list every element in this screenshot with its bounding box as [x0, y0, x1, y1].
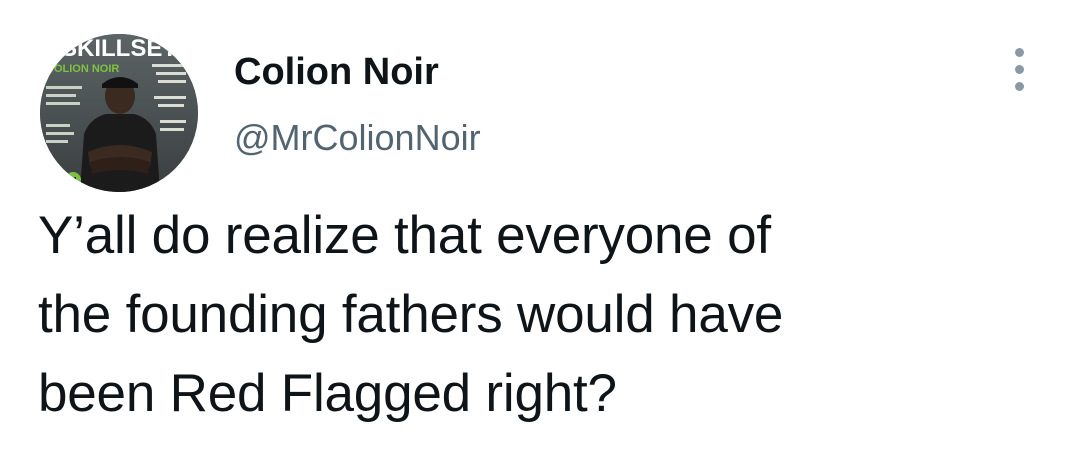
author-display-name[interactable]: Colion Noir: [234, 50, 439, 94]
more-vertical-icon-dot: [1015, 65, 1024, 74]
more-vertical-icon-dot: [1015, 82, 1024, 91]
tweet-card: SKILLSET COLION NOIR 21 Colion Noir @MrC…: [0, 0, 1080, 458]
tweet-text-line: the founding fathers would have: [38, 285, 784, 344]
more-options-button[interactable]: [1004, 44, 1036, 96]
avatar-cover-badge: 21: [69, 176, 78, 185]
tweet-text: Y’all do realize that everyone of the fo…: [38, 196, 1048, 433]
tweet-text-line: been Red Flagged right?: [38, 364, 617, 423]
author-handle[interactable]: @MrColionNoir: [234, 116, 481, 160]
magazine-cover-avatar-image: SKILLSET COLION NOIR 21: [40, 34, 198, 192]
avatar-cover-name: COLION NOIR: [46, 63, 119, 75]
avatar-masthead: SKILLSET: [61, 35, 177, 62]
profile-avatar[interactable]: SKILLSET COLION NOIR 21: [40, 34, 198, 192]
tweet-text-line: Y’all do realize that everyone of: [38, 206, 771, 265]
more-vertical-icon: [1015, 48, 1024, 57]
